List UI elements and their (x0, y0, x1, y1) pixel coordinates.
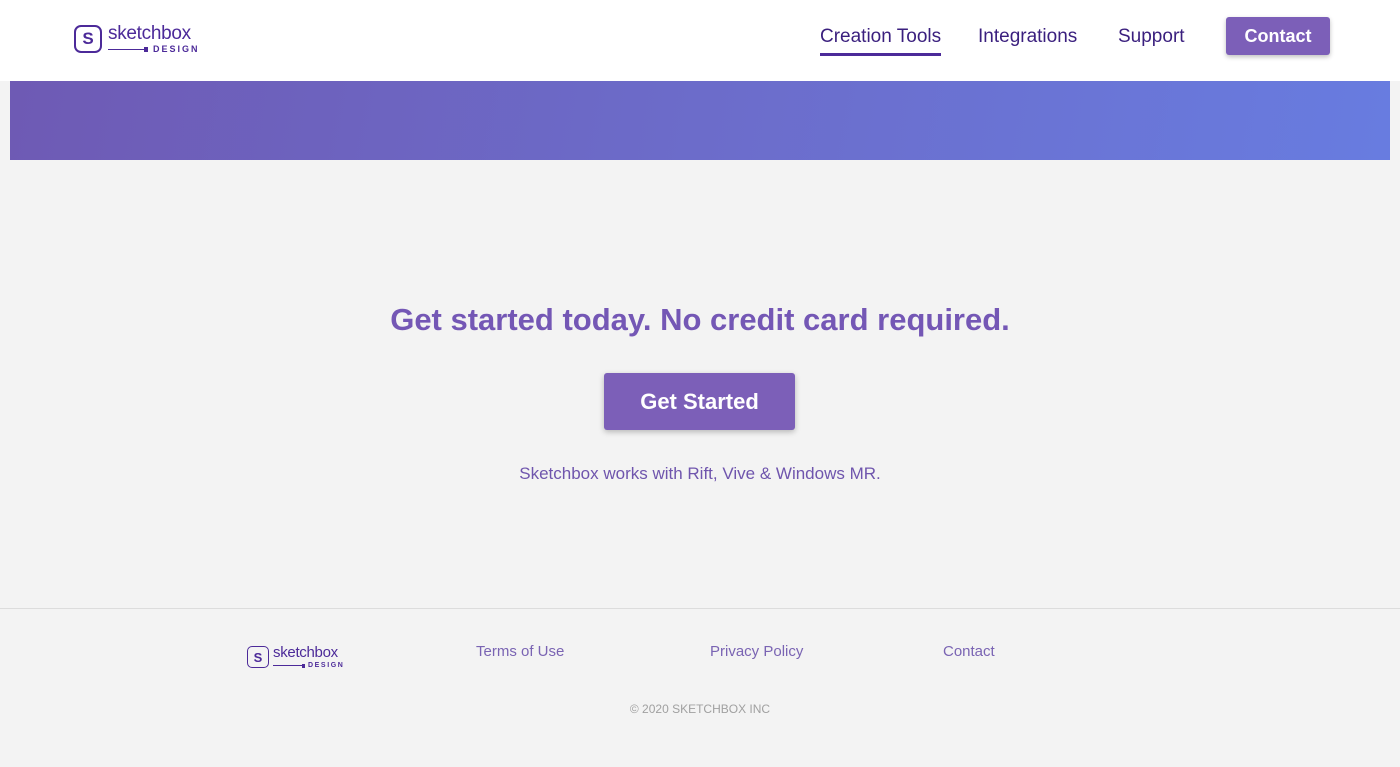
footer-divider (0, 608, 1400, 609)
contact-button[interactable]: Contact (1226, 17, 1330, 55)
footer-link-contact[interactable]: Contact (943, 643, 995, 660)
copyright-text: © 2020 SKETCHBOX INC (629, 702, 771, 716)
logo-mark-icon: S (74, 25, 102, 53)
footer-link-privacy[interactable]: Privacy Policy (710, 643, 803, 660)
logo-name: sketchbox (108, 23, 191, 44)
logo-subtitle: DESIGN (153, 44, 200, 54)
footer-logo-name: sketchbox (273, 644, 338, 661)
hero-banner (10, 81, 1390, 160)
logo-line-decoration (108, 47, 148, 51)
site-header: S sketchbox DESIGN Creation Tools Integr… (0, 0, 1400, 81)
footer-link-terms[interactable]: Terms of Use (476, 643, 564, 660)
footer-logo-mark-icon: S (247, 646, 269, 668)
get-started-button[interactable]: Get Started (604, 373, 795, 430)
footer-sketchbox-logo[interactable]: S sketchbox DESIGN (247, 645, 344, 669)
footer-logo-line-decoration (273, 663, 305, 668)
sketchbox-logo[interactable]: S sketchbox DESIGN (74, 24, 200, 54)
nav-support[interactable]: Support (1118, 26, 1185, 56)
footer-logo-subtitle: DESIGN (308, 662, 345, 669)
nav-integrations[interactable]: Integrations (978, 26, 1077, 56)
cta-heading: Get started today. No credit card requir… (390, 302, 1010, 337)
compatibility-note: Sketchbox works with Rift, Vive & Window… (519, 464, 881, 483)
nav-creation-tools[interactable]: Creation Tools (820, 26, 942, 56)
